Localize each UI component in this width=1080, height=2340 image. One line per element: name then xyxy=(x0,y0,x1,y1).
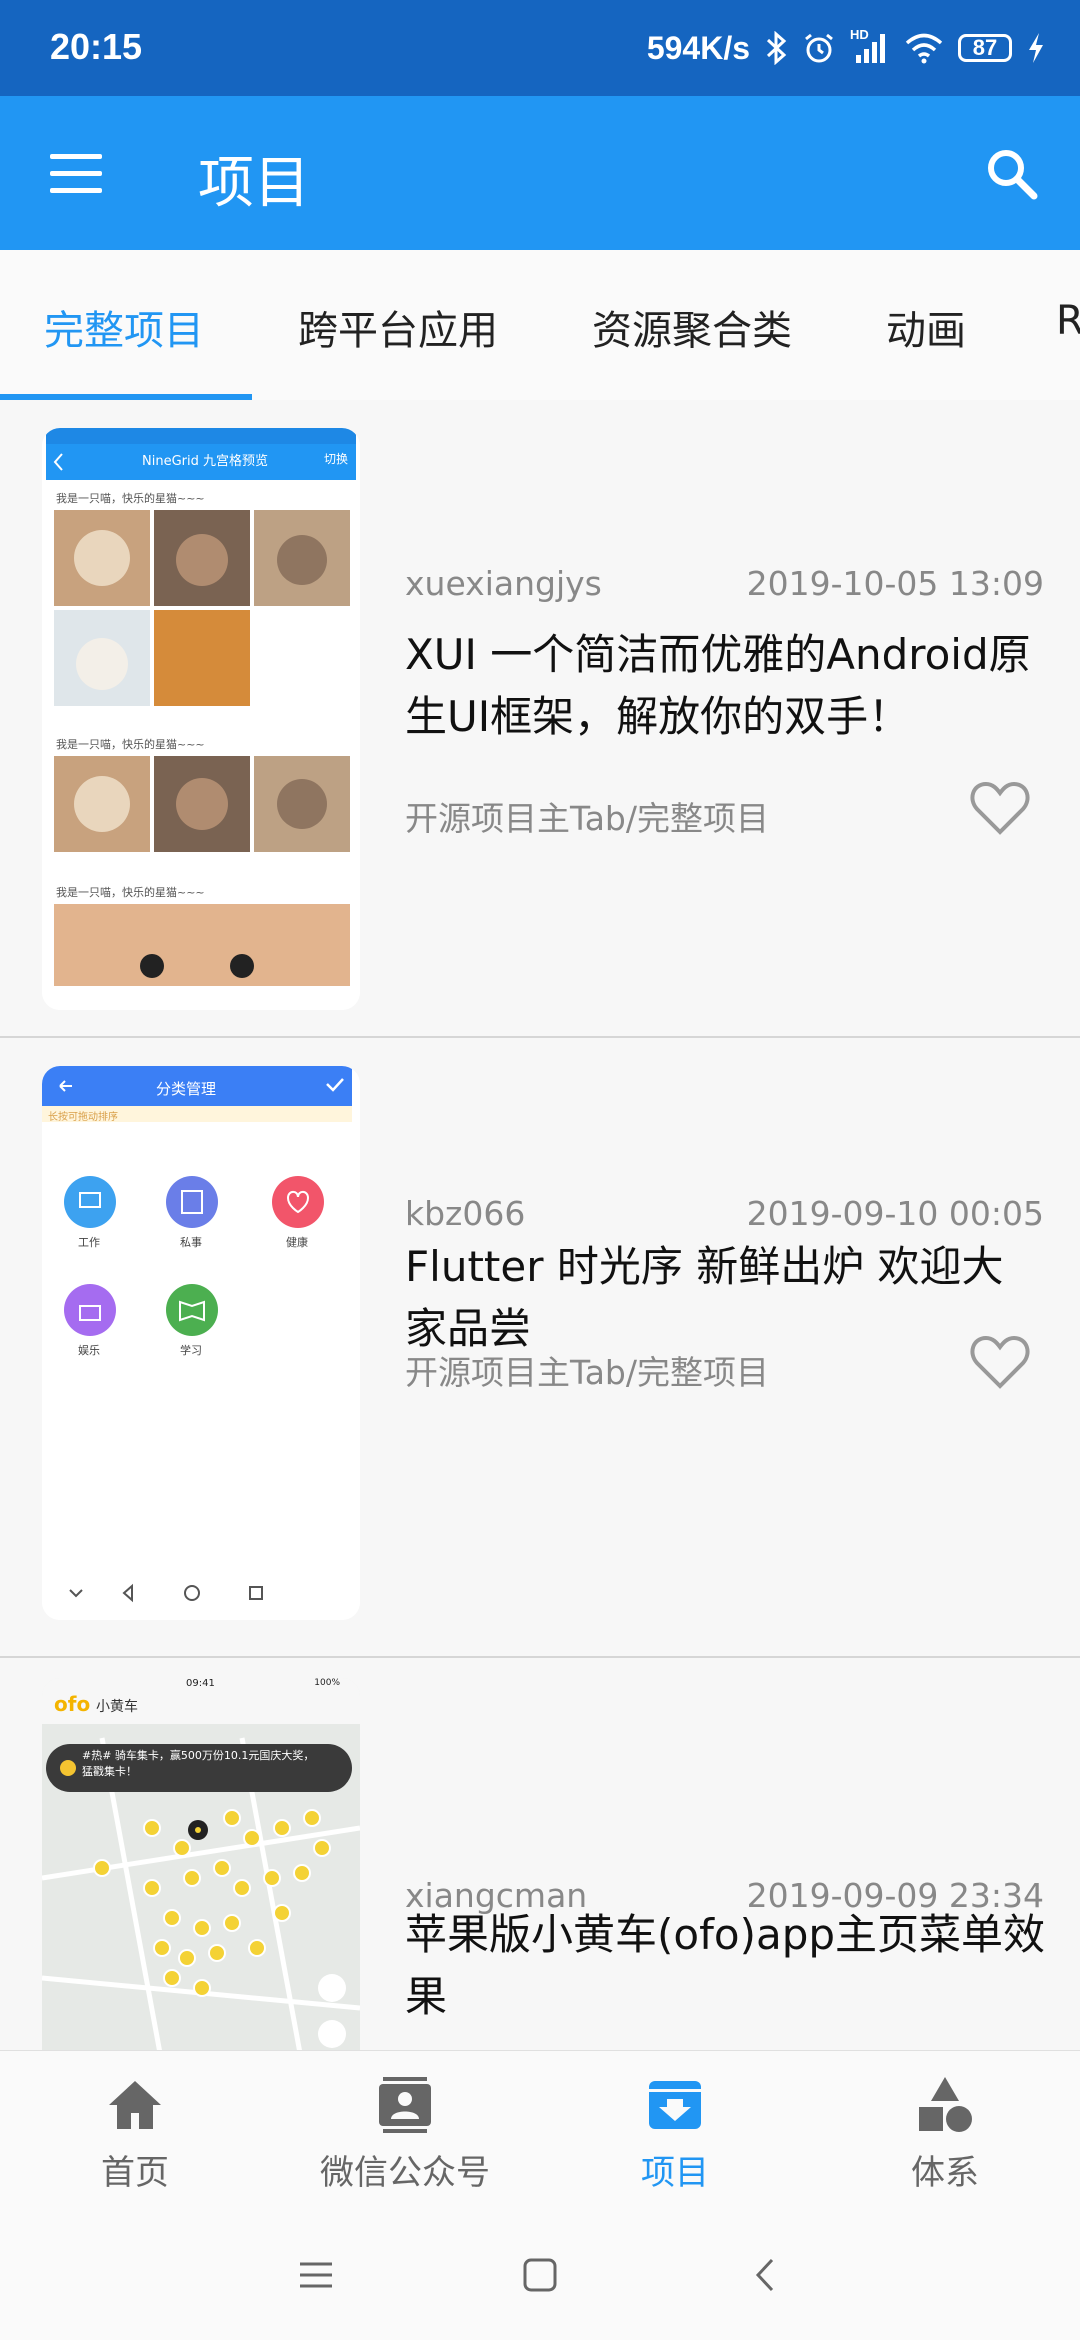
bluetooth-icon xyxy=(766,31,787,65)
publish-date: 2019-09-10 00:05 xyxy=(746,1194,1044,1233)
tab-more[interactable]: R xyxy=(1056,298,1080,344)
article-list: NineGrid 九宫格预览 切换 我是一只喵，快乐的星猫~~~ 我是一只喵，快… xyxy=(0,400,1080,2050)
nav-label: 微信公众号 xyxy=(320,2153,490,2193)
thumb-item-label: 娱乐 xyxy=(78,1344,100,1357)
thumb-header: 分类管理 xyxy=(156,1080,217,1098)
list-item[interactable]: 分类管理 长按可拖动排序 工作 私事 健康 娱乐 学习 kbz066 2019-… xyxy=(0,1038,1080,1658)
battery-icon: 87 xyxy=(958,34,1012,62)
contacts-icon xyxy=(379,2077,431,2133)
nav-label: 体系 xyxy=(911,2153,979,2193)
thumb-caption: 我是一只喵，快乐的星猫~~~ xyxy=(56,886,205,899)
nav-label: 项目 xyxy=(641,2153,709,2193)
article-title[interactable]: XUI 一个简洁而优雅的Android原生UI框架，解放你的双手！ xyxy=(405,624,1045,748)
thumb-banner: #热# 骑车集卡，赢500万份10.1元国庆大奖，猛戳集卡！ xyxy=(82,1749,315,1778)
thumb-item-label: 私事 xyxy=(180,1236,202,1249)
status-time: 20:15 xyxy=(50,26,143,67)
nav-home[interactable]: 首页 xyxy=(0,2051,270,2211)
status-icons: 594K/s HD 87 xyxy=(647,24,1046,72)
recents-menu-icon[interactable] xyxy=(286,2250,346,2300)
thumb-battery: 100% xyxy=(314,1678,340,1688)
thumb-caption: 我是一只喵，快乐的星猫~~~ xyxy=(56,492,205,505)
heart-icon[interactable] xyxy=(970,1334,1030,1390)
bottom-navigation: 首页 微信公众号 项目 体系 xyxy=(0,2050,1080,2211)
author-name: xuexiangjys xyxy=(405,564,602,603)
charging-icon xyxy=(1029,33,1043,63)
publish-date: 2019-10-05 13:09 xyxy=(746,564,1044,603)
home-button-icon[interactable] xyxy=(510,2250,570,2300)
search-icon[interactable] xyxy=(984,146,1040,202)
list-item[interactable]: 09:41 100% ofo 小黄车 #热# 骑车集卡，赢500万份10.1元国… xyxy=(0,1658,1080,2050)
thumb-time: 09:41 xyxy=(186,1678,215,1689)
tab-complete-projects[interactable]: 完整项目 xyxy=(44,298,204,356)
thumb-item-label: 健康 xyxy=(286,1236,308,1249)
archive-icon xyxy=(649,2081,701,2129)
page-title: 项目 xyxy=(198,151,310,216)
article-category[interactable]: 开源项目主Tab/完整项目 xyxy=(405,792,769,840)
wifi-icon xyxy=(905,33,943,64)
signal-icon: HD xyxy=(850,27,890,65)
net-speed: 594K/s xyxy=(646,29,750,66)
menu-icon[interactable] xyxy=(50,154,102,194)
thumb-item-label: 工作 xyxy=(78,1236,100,1249)
alarm-icon xyxy=(805,33,833,63)
category-icon xyxy=(919,2077,972,2132)
thumb-logo: ofo xyxy=(54,1692,91,1716)
app-bar: 项目 xyxy=(0,96,1080,250)
list-item[interactable]: NineGrid 九宫格预览 切换 我是一只喵，快乐的星猫~~~ 我是一只喵，快… xyxy=(0,400,1080,1038)
category-tabs: 完整项目 跨平台应用 资源聚合类 动画 R xyxy=(0,250,1080,400)
system-navigation-bar xyxy=(0,2210,1080,2340)
thumb-caption: 我是一只喵，快乐的星猫~~~ xyxy=(56,738,205,751)
project-thumbnail[interactable]: 09:41 100% ofo 小黄车 #热# 骑车集卡，赢500万份10.1元国… xyxy=(42,1678,360,2050)
article-title[interactable]: 苹果版小黄车(ofo)app主页菜单效果 xyxy=(405,1904,1045,2028)
nav-system[interactable]: 体系 xyxy=(810,2051,1080,2211)
tab-cross-platform[interactable]: 跨平台应用 xyxy=(298,298,498,356)
battery-level: 87 xyxy=(972,35,998,60)
article-title[interactable]: Flutter 时光序 新鲜出炉 欢迎大家品尝 xyxy=(405,1236,1045,1360)
project-thumbnail[interactable]: 分类管理 长按可拖动排序 工作 私事 健康 娱乐 学习 xyxy=(42,1066,360,1620)
status-bar: 20:15 594K/s HD 87 xyxy=(0,0,1080,96)
thumb-item-label: 学习 xyxy=(180,1344,202,1357)
nav-wechat-accounts[interactable]: 微信公众号 xyxy=(270,2051,540,2211)
thumb-header-action: 切换 xyxy=(323,452,348,466)
nav-projects[interactable]: 项目 xyxy=(540,2051,810,2211)
article-category[interactable]: 开源项目主Tab/完整项目 xyxy=(405,1346,769,1394)
thumb-subheader: 长按可拖动排序 xyxy=(48,1112,118,1123)
tab-animation[interactable]: 动画 xyxy=(886,298,966,356)
thumb-header: NineGrid 九宫格预览 xyxy=(142,454,268,469)
project-thumbnail[interactable]: NineGrid 九宫格预览 切换 我是一只喵，快乐的星猫~~~ 我是一只喵，快… xyxy=(42,428,360,1010)
thumbnail-image xyxy=(42,1678,360,2050)
heart-icon[interactable] xyxy=(970,780,1030,836)
nav-label: 首页 xyxy=(101,2153,169,2193)
back-button-icon[interactable] xyxy=(736,2250,796,2300)
author-name: kbz066 xyxy=(405,1194,526,1233)
home-icon xyxy=(109,2081,161,2129)
thumbnail-image xyxy=(42,428,360,1010)
tab-resource-aggregation[interactable]: 资源聚合类 xyxy=(592,298,792,356)
thumb-logo-suffix: 小黄车 xyxy=(96,1699,138,1715)
